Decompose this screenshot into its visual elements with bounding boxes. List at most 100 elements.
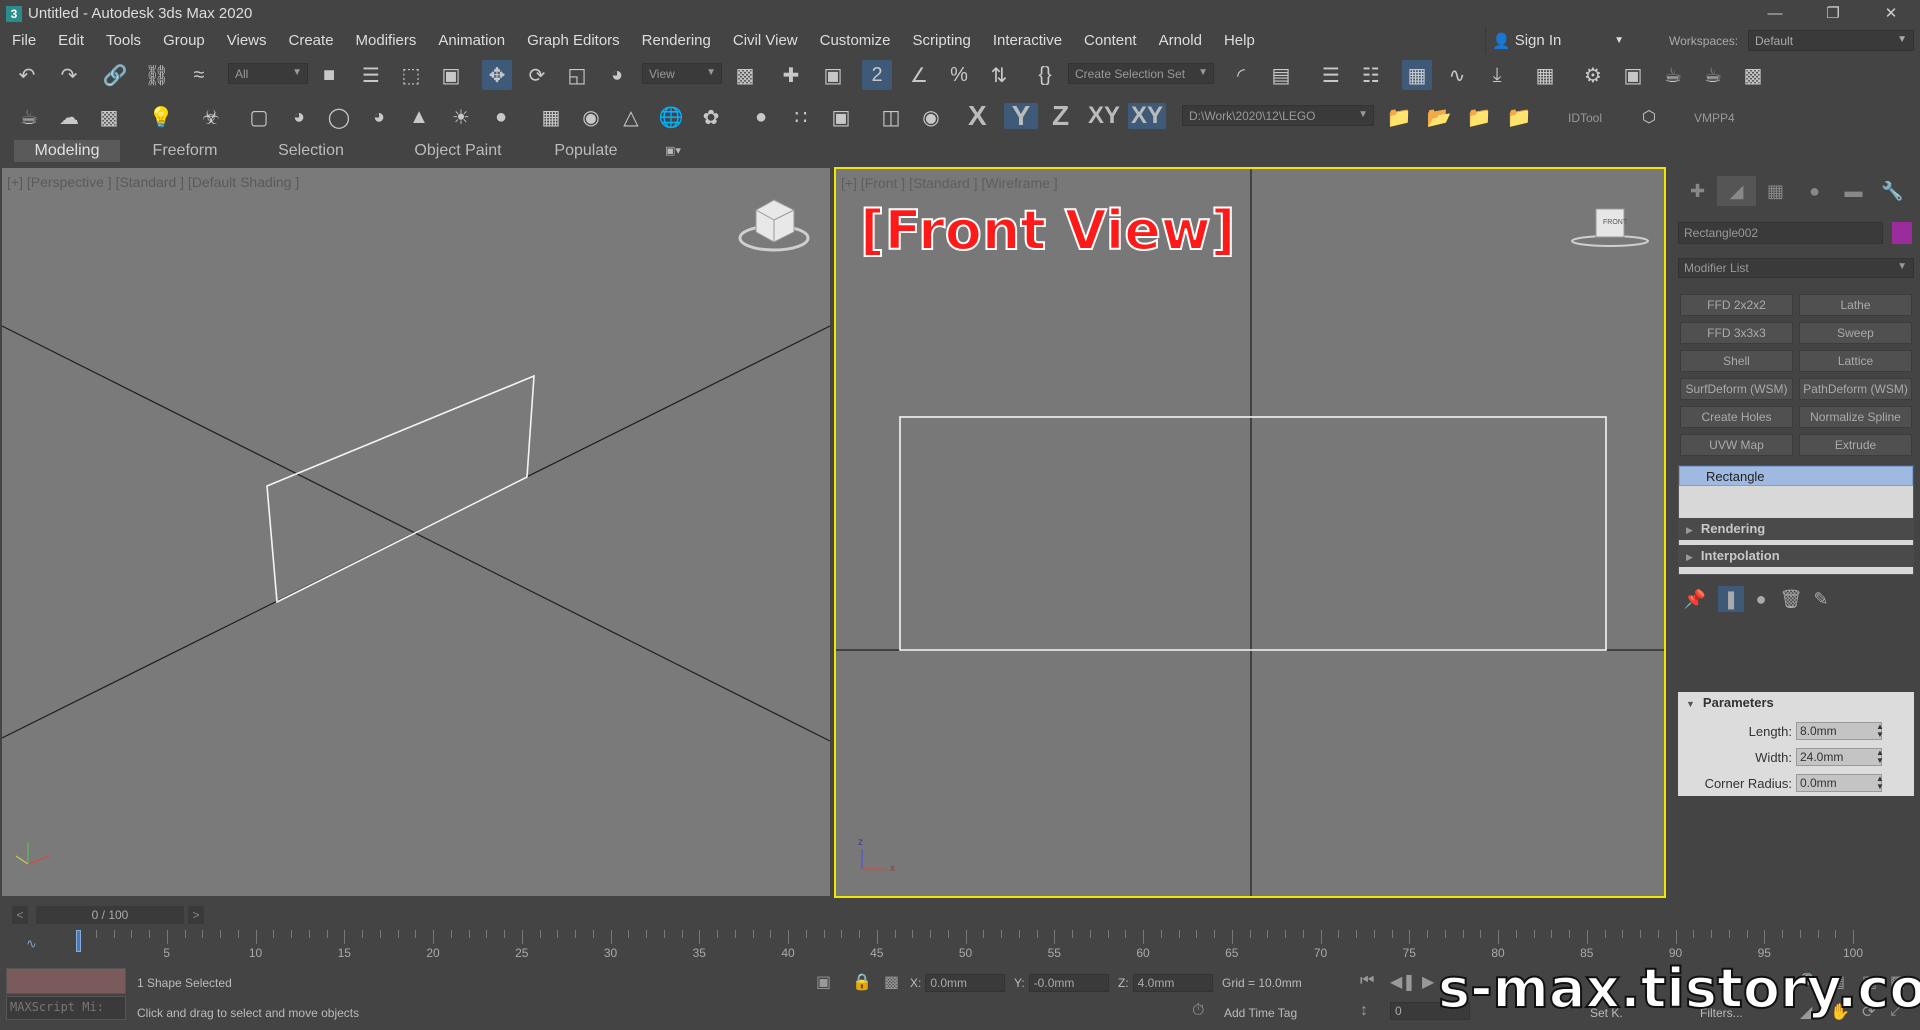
corner-radius-spinner-icon[interactable]: ▲ ▼ — [1876, 775, 1884, 791]
menu-rendering[interactable]: Rendering — [631, 32, 722, 49]
ribbon-options-icon[interactable]: ▣▾ — [656, 140, 690, 162]
modifier-button[interactable]: FFD 2x2x2 — [1680, 294, 1793, 316]
play-icon[interactable]: ▶ — [1422, 972, 1434, 992]
rollout-rendering[interactable]: ▶ Rendering — [1678, 518, 1914, 540]
stack-item-rectangle[interactable]: Rectangle — [1679, 466, 1913, 486]
bind-space-warp-icon[interactable]: ≈ — [184, 60, 214, 90]
width-field[interactable]: 24.0mm — [1796, 748, 1882, 766]
bug-icon[interactable]: ☣ — [196, 102, 226, 132]
select-place-icon[interactable]: ◕ — [602, 60, 632, 90]
vmpp-button[interactable]: VMPP4 — [1694, 111, 1735, 125]
object-color-swatch[interactable] — [1892, 222, 1912, 244]
tab-modeling[interactable]: Modeling — [14, 140, 120, 162]
viewport-front[interactable]: [+] [Front ] [Standard ] [Wireframe ] [F… — [834, 167, 1666, 898]
unlink-icon[interactable]: ⛓ — [142, 60, 172, 90]
menu-content[interactable]: Content — [1073, 32, 1148, 49]
menu-edit[interactable]: Edit — [47, 32, 95, 49]
minimize-button[interactable]: — — [1746, 0, 1804, 27]
add-time-tag-button[interactable]: Add Time Tag — [1224, 1006, 1297, 1020]
coord-x-field[interactable]: 0.0mm — [925, 974, 1006, 992]
render-in-cloud-icon[interactable]: ▩ — [1738, 60, 1768, 90]
menu-help[interactable]: Help — [1213, 32, 1266, 49]
view-cube-label[interactable]: FRONT — [1603, 219, 1627, 226]
folder-export-icon[interactable]: 📁 — [1504, 102, 1534, 132]
menu-interactive[interactable]: Interactive — [982, 32, 1073, 49]
maximize-button[interactable]: ❐ — [1804, 0, 1862, 27]
select-rotate-icon[interactable]: ⟳ — [522, 60, 552, 90]
menu-file[interactable]: File — [0, 32, 47, 49]
folder-settings-icon[interactable]: 📁 — [1464, 102, 1494, 132]
current-frame-marker[interactable] — [76, 930, 81, 952]
keyboard-shortcut-override-icon[interactable]: ▣ — [818, 60, 848, 90]
selection-filter-dropdown[interactable]: All ▼ — [228, 63, 308, 84]
manipulate-icon[interactable]: ✚ — [776, 60, 806, 90]
material-sphere-icon[interactable]: ● — [746, 102, 776, 132]
display-tab-icon[interactable]: ▬ — [1834, 176, 1873, 206]
menu-tools[interactable]: Tools — [95, 32, 152, 49]
modifier-button[interactable]: Extrude — [1799, 434, 1912, 456]
pin-stack-icon[interactable]: 📌 — [1682, 586, 1708, 612]
modifier-button[interactable]: Create Holes — [1680, 406, 1793, 428]
sphere-icon[interactable]: ● — [486, 102, 516, 132]
previous-frame-icon[interactable]: ◀❚ — [1390, 972, 1416, 992]
length-field[interactable]: 8.0mm — [1796, 722, 1882, 740]
select-object-icon[interactable]: ■ — [314, 60, 344, 90]
angle-snap-icon[interactable]: ∠ — [904, 60, 934, 90]
project-folder-icon[interactable]: 📁 — [1384, 102, 1414, 132]
modifier-button[interactable]: SurfDeform (WSM) — [1680, 378, 1793, 400]
modifier-button[interactable]: Sweep — [1799, 322, 1912, 344]
toggle-ribbon-icon[interactable]: ▦ — [1402, 60, 1432, 90]
select-move-icon[interactable]: ✥ — [482, 60, 512, 90]
undo-icon[interactable]: ↶ — [12, 60, 42, 90]
bowl-icon[interactable]: ◕ — [364, 102, 394, 132]
time-next-button[interactable]: > — [188, 906, 204, 924]
curve-editor-mini-icon[interactable]: ∿ — [26, 936, 37, 952]
layer-explorer-icon[interactable]: ☷ — [1356, 60, 1386, 90]
clone-icon[interactable]: ◫ — [876, 102, 906, 132]
spinner-snap-icon[interactable]: ⇅ — [984, 60, 1014, 90]
modifier-button[interactable]: FFD 3x3x3 — [1680, 322, 1793, 344]
trash-icon[interactable]: 🗑 — [1778, 586, 1804, 612]
window-crossing-icon[interactable]: ▣ — [436, 60, 466, 90]
schematic-view-icon[interactable]: ⤓ — [1482, 60, 1512, 90]
object-name-field[interactable]: Rectangle002 — [1678, 222, 1883, 244]
lock-icon[interactable]: 🔒 — [852, 972, 872, 992]
rollout-interpolation[interactable]: ▶ Interpolation — [1678, 545, 1914, 567]
go-to-start-icon[interactable]: ⏮ — [1360, 972, 1374, 990]
menu-group[interactable]: Group — [152, 32, 216, 49]
modifier-button[interactable]: Lattice — [1799, 350, 1912, 372]
motion-tab-icon[interactable]: ● — [1795, 176, 1834, 206]
link-icon[interactable]: 🔗 — [100, 60, 130, 90]
mirror-icon[interactable]: ◜ — [1226, 60, 1256, 90]
make-unique-icon[interactable]: ● — [1748, 586, 1774, 612]
globe-icon[interactable]: 🌐 — [656, 102, 686, 132]
menu-modifiers[interactable]: Modifiers — [345, 32, 428, 49]
tab-selection[interactable]: Selection — [266, 140, 356, 162]
coord-z-field[interactable]: 4.0mm — [1132, 974, 1213, 992]
snaps-toggle-icon[interactable]: 2 — [862, 60, 892, 90]
sign-in-button[interactable]: 👤 Sign In ▼ — [1485, 27, 1630, 54]
axis-z-button[interactable]: Z — [1052, 100, 1069, 131]
material-editor-icon[interactable]: ▦ — [1530, 60, 1560, 90]
maxscript-mini-listener[interactable]: MAXScript Mi: — [6, 996, 126, 1020]
render-production-icon[interactable]: ☕ — [1658, 60, 1688, 90]
isolate-selection-icon[interactable]: ▣ — [816, 972, 831, 992]
select-by-name-icon[interactable]: ☰ — [356, 60, 386, 90]
hierarchy-tab-icon[interactable]: ▦ — [1756, 176, 1795, 206]
menu-scripting[interactable]: Scripting — [901, 32, 981, 49]
curve-editor-icon[interactable]: ∿ — [1442, 60, 1472, 90]
sun-icon[interactable]: ☀ — [446, 102, 476, 132]
close-button[interactable]: ✕ — [1862, 0, 1920, 27]
modifier-list-dropdown[interactable]: Modifier List ▼ — [1678, 258, 1914, 278]
torus-icon[interactable]: ◯ — [324, 102, 354, 132]
named-selection-dropdown[interactable]: Create Selection Set ▼ — [1068, 63, 1214, 84]
capsule-icon[interactable]: ◉ — [576, 102, 606, 132]
viewport-perspective[interactable]: [+] [Perspective ] [Standard ] [Default … — [2, 168, 830, 896]
edit-named-selection-icon[interactable]: {} — [1030, 60, 1060, 90]
project-path-dropdown[interactable]: D:\Work\2020\12\LEGO ▼ — [1182, 105, 1374, 126]
workspaces-dropdown[interactable]: Default ▼ — [1748, 30, 1914, 51]
maxscript-listener-output[interactable] — [6, 968, 126, 994]
image-icon[interactable]: ▩ — [94, 102, 124, 132]
pivot-center-icon[interactable]: ▩ — [730, 60, 760, 90]
cone-icon[interactable]: ▲ — [404, 102, 434, 132]
